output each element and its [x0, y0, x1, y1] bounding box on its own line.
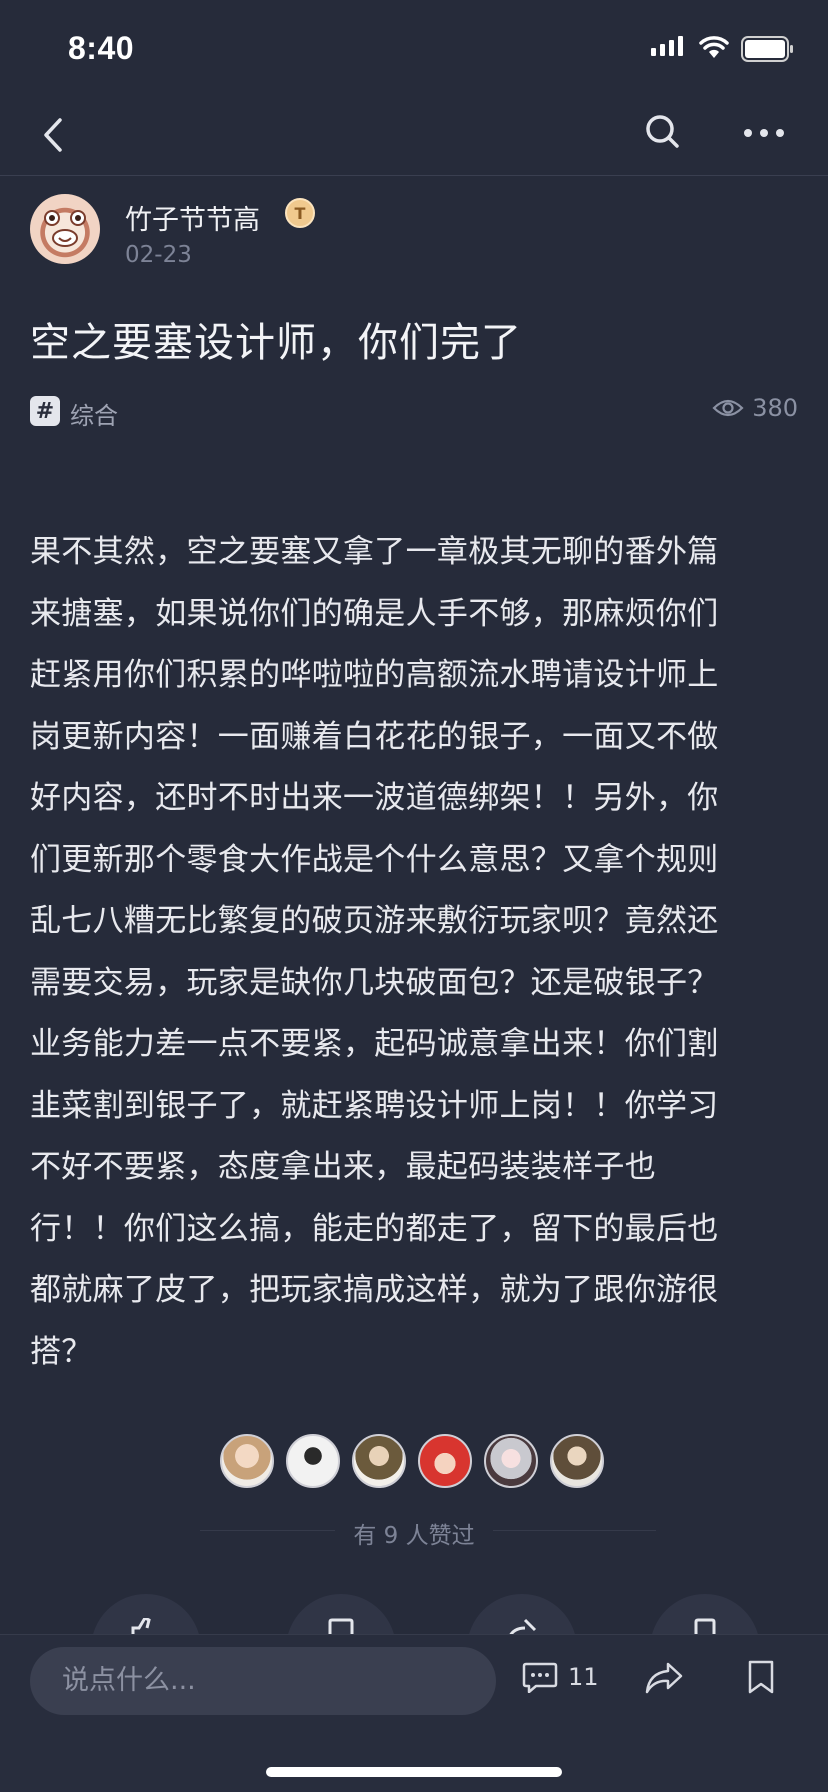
liker-avatar[interactable]	[220, 1434, 274, 1488]
bookmark-icon[interactable]	[744, 1659, 778, 1695]
author-name[interactable]: 竹子节节高	[125, 198, 260, 237]
post-title: 空之要塞设计师，你们完了	[30, 320, 522, 366]
liker-avatar[interactable]	[484, 1434, 538, 1488]
comment-count: 11	[568, 1663, 599, 1691]
wifi-icon	[699, 36, 729, 58]
navigation-bar	[0, 100, 828, 176]
comment-icon	[522, 1662, 558, 1693]
liker-avatar[interactable]	[418, 1434, 472, 1488]
liker-avatars[interactable]	[220, 1434, 604, 1488]
body-line: 搭？	[30, 1333, 93, 1370]
liker-avatar[interactable]	[286, 1434, 340, 1488]
post-date: 02-23	[125, 242, 192, 268]
status-time: 8:40	[68, 30, 135, 66]
body-line: 们更新那个零食大作战是个什么意思？又拿个规则	[30, 841, 719, 878]
hashtag-icon: #	[30, 396, 60, 426]
view-count: 380	[712, 394, 798, 422]
liker-avatar[interactable]	[352, 1434, 406, 1488]
body-line: 韭菜割到银子了，就赶紧聘设计师上岗！！你学习	[30, 1087, 719, 1124]
eye-icon	[712, 399, 744, 417]
share-icon[interactable]	[644, 1661, 684, 1695]
post-tag[interactable]: 综合	[70, 396, 118, 431]
body-line: 赶紧用你们积累的哗啦啦的高额流水聘请设计师上	[30, 657, 719, 693]
status-bar: 8:40	[0, 0, 828, 100]
more-horizontal-icon[interactable]	[740, 118, 788, 148]
chevron-left-icon[interactable]	[34, 110, 74, 160]
home-indicator	[266, 1767, 562, 1777]
search-icon[interactable]	[640, 109, 686, 155]
post-meta: # 综合 380	[30, 394, 798, 431]
body-line: 好内容，还时不时出来一波道德绑架！！另外，你	[30, 780, 719, 816]
comment-button[interactable]: 11	[522, 1661, 599, 1693]
body-line: 果不其然，空之要塞又拿了一章极其无聊的番外篇	[30, 534, 719, 570]
body-line: 乱七八糟无比繁复的破页游来敷衍玩家呗？竟然还	[30, 903, 719, 939]
body-line: 行！！你们这么搞，能走的都走了，留下的最后也	[30, 1210, 719, 1247]
body-line: 来搪塞，如果说你们的确是人手不够，那麻烦你们	[30, 595, 719, 632]
body-line: 业务能力差一点不要紧，起码诚意拿出来！你们割	[30, 1026, 719, 1062]
author-header: 竹子节节高 T 02-23	[30, 194, 798, 274]
body-line: 需要交易，玩家是缺你几块破面包？还是破银子？	[30, 964, 719, 1001]
post-body: 果不其然，空之要塞又拿了一章极其无聊的番外篇 来搪塞，如果说你们的确是人手不够，…	[30, 522, 800, 1383]
likes-summary-text: 有 9 人赞过	[335, 1523, 493, 1549]
liker-avatar[interactable]	[550, 1434, 604, 1488]
view-count-value: 380	[752, 394, 798, 422]
post-actions	[0, 1594, 828, 1674]
body-line: 岗更新内容！一面赚着白花花的银子，一面又不做	[30, 718, 719, 755]
battery-icon	[741, 36, 793, 62]
avatar[interactable]	[30, 194, 100, 264]
body-line: 不好不要紧，态度拿出来，最起码装装样子也	[30, 1149, 656, 1185]
comment-input[interactable]: 说点什么...	[30, 1647, 496, 1715]
user-level-badge: T	[285, 198, 315, 228]
likes-summary[interactable]: 有 9 人赞过	[0, 1516, 828, 1550]
cellular-signal-icon	[651, 36, 683, 56]
bottom-bar: 说点什么... 11	[0, 1634, 828, 1792]
body-line: 都就麻了皮了，把玩家搞成这样，就为了跟你游很	[30, 1272, 719, 1308]
